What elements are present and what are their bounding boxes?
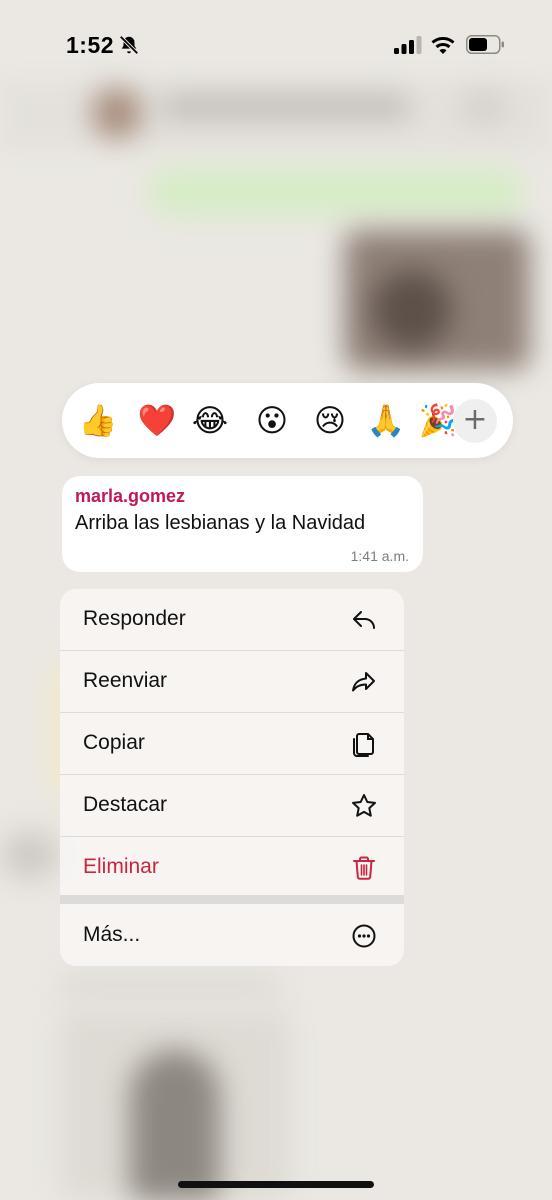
reaction-heart[interactable]: ❤️: [137, 401, 177, 441]
reaction-crying[interactable]: 😢: [310, 401, 350, 441]
menu-item-delete[interactable]: Eliminar: [60, 837, 404, 898]
menu-item-label: Copiar: [83, 731, 145, 754]
menu-item-copy[interactable]: Copiar: [60, 713, 404, 774]
reaction-thumbs-up[interactable]: 👍: [78, 401, 118, 441]
reaction-bar: 👍 ❤️ 😂 😮 😢 🙏 🎉 +: [62, 383, 513, 458]
bell-off-icon: [119, 35, 139, 55]
message-text: Arriba las lesbianas y la Navidad: [75, 512, 366, 534]
status-time: 1:52: [66, 32, 115, 58]
selected-message-bubble[interactable]: marla.gomez Arriba las lesbianas y la Na…: [62, 476, 423, 572]
wifi-icon: [431, 37, 455, 54]
blurred-avatar-2: [0, 830, 60, 880]
menu-item-reply[interactable]: Responder: [60, 589, 404, 650]
message-context-menu: Responder Reenviar Copiar Destacar Elimi…: [60, 589, 404, 966]
cellular-signal-icon: [394, 36, 422, 54]
star-icon: [352, 794, 376, 817]
menu-item-label: Eliminar: [83, 855, 159, 878]
blurred-photo-detail: [372, 270, 452, 350]
blurred-person-photo: [130, 1050, 220, 1200]
reaction-party[interactable]: 🎉: [418, 401, 458, 441]
message-sender: marla.gomez: [75, 486, 186, 506]
reaction-surprised[interactable]: 😮: [252, 401, 292, 441]
menu-item-label: Más...: [83, 923, 141, 946]
reply-icon: [353, 611, 375, 629]
menu-item-more[interactable]: Más...: [60, 905, 404, 966]
more-icon: [352, 924, 376, 948]
blurred-header-icon: [462, 92, 506, 122]
menu-item-forward[interactable]: Reenviar: [60, 651, 404, 712]
message-timestamp: 1:41 a.m.: [350, 548, 409, 564]
blurred-avatar: [92, 88, 142, 138]
battery-icon: [466, 35, 504, 54]
copy-icon: [353, 733, 374, 757]
reaction-praying[interactable]: 🙏: [366, 401, 406, 441]
home-indicator[interactable]: [178, 1181, 374, 1188]
menu-item-label: Reenviar: [83, 669, 168, 692]
more-reactions-button[interactable]: +: [453, 399, 497, 443]
blurred-outgoing-message: [150, 168, 522, 216]
blurred-text-row: [60, 975, 280, 997]
forward-icon: [352, 672, 375, 692]
reaction-laughing[interactable]: 😂: [190, 401, 230, 441]
status-bar: 1:52: [0, 0, 552, 80]
menu-item-label: Responder: [83, 607, 186, 630]
menu-item-star[interactable]: Destacar: [60, 775, 404, 836]
blurred-contact-name: [160, 96, 410, 118]
trash-icon: [353, 856, 375, 880]
menu-group-separator: [60, 895, 404, 904]
menu-item-label: Destacar: [83, 793, 168, 816]
